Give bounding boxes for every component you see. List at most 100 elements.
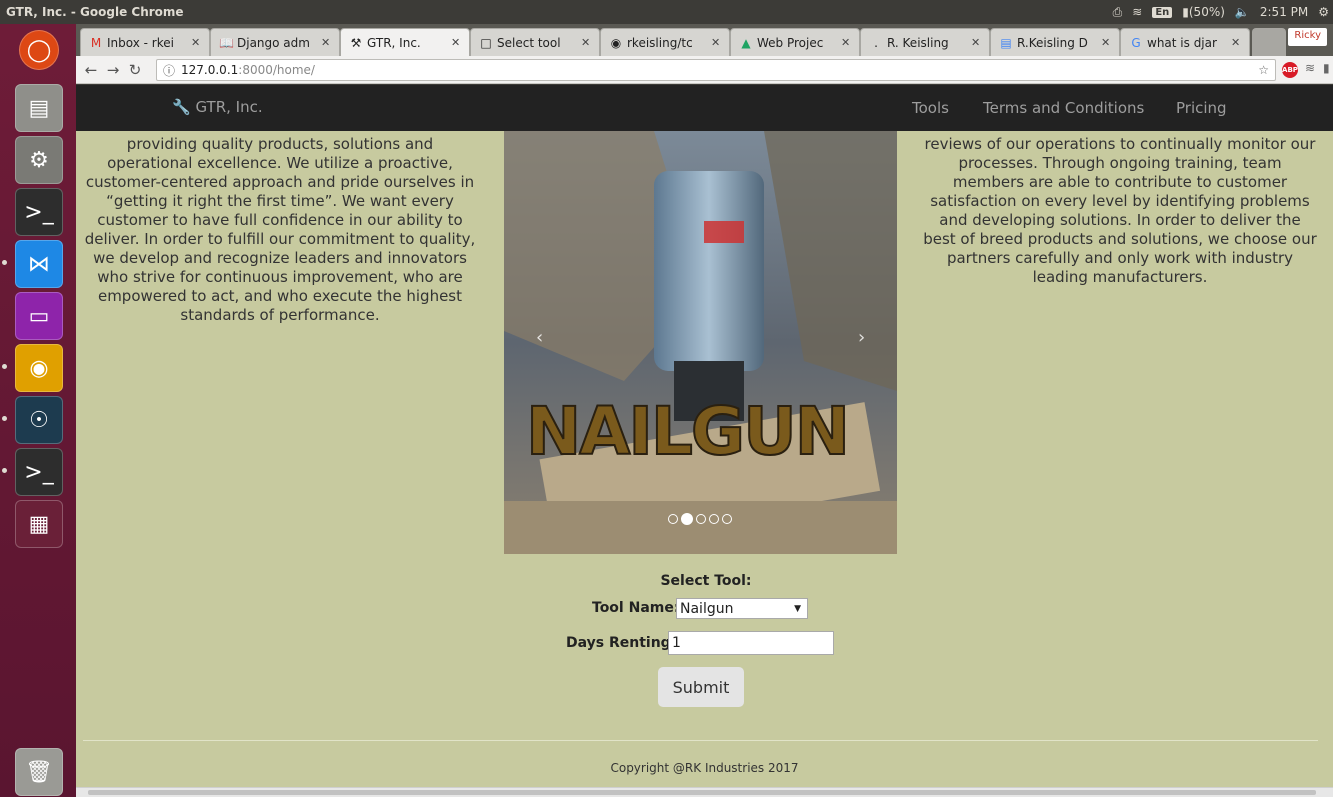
wifi-icon[interactable]: ≋ xyxy=(1132,5,1142,19)
info-icon[interactable]: ⓘ xyxy=(163,62,175,79)
browser-toolbar: ← → ↻ ⓘ 127.0.0.1:8000/home/ ☆ ABP ≋ ▮ xyxy=(76,56,1333,84)
url-path: :8000/home/ xyxy=(238,63,315,77)
form-title: Select Tool: xyxy=(660,573,752,589)
tab-github[interactable]: ◉ rkeisling/tc ✕ xyxy=(600,28,730,56)
profile-button[interactable]: Ricky xyxy=(1288,28,1327,46)
settings-tools-icon[interactable]: ⚙ xyxy=(15,136,63,184)
gmail-icon: M xyxy=(90,35,102,50)
carousel-indicator[interactable] xyxy=(709,514,719,524)
days-renting-label: Days Renting: xyxy=(566,635,677,651)
tool-name-value: Nailgun xyxy=(680,600,734,617)
drive-icon: ▲ xyxy=(741,35,751,50)
carousel-next-icon[interactable]: › xyxy=(858,327,865,348)
gitkraken-icon[interactable]: ☉ xyxy=(15,396,63,444)
forward-arrow-icon[interactable]: → xyxy=(102,61,124,79)
tab-google-search[interactable]: G what is djar ✕ xyxy=(1120,28,1250,56)
submit-button[interactable]: Submit xyxy=(658,667,744,707)
file-cabinet-icon[interactable]: ▤ xyxy=(15,84,63,132)
github-icon: ◉ xyxy=(610,35,622,50)
carousel-indicator[interactable] xyxy=(722,514,732,524)
page-icon: □ xyxy=(480,35,492,50)
settings-gear-icon[interactable]: ⚙ xyxy=(1318,5,1329,19)
nav-link-pricing[interactable]: Pricing xyxy=(1176,99,1227,117)
docs-icon: ▤ xyxy=(1000,35,1012,50)
footer-copyright: Copyright @RK Industries 2017 xyxy=(610,761,799,775)
tools-icon: ⚒ xyxy=(350,35,362,50)
url-host: 127.0.0.1 xyxy=(181,63,239,77)
running-indicator xyxy=(2,260,7,265)
nailgun-photo xyxy=(504,131,897,554)
terminal-icon[interactable]: >_ xyxy=(15,448,63,496)
tab-gtr-inc[interactable]: ⚒ GTR, Inc. ✕ xyxy=(340,28,470,56)
trash-icon[interactable]: 🗑 xyxy=(15,748,63,796)
adblock-icon[interactable]: ABP xyxy=(1282,62,1298,78)
unity-launcher: ◯ ▤ ⚙ >_ ⋈ ▭ ◉ ☉ >_ ▦ 🗑 xyxy=(0,24,76,797)
scrollbar-thumb[interactable] xyxy=(88,790,1316,795)
running-indicator xyxy=(2,364,7,369)
extension-icon[interactable]: ▮ xyxy=(1323,61,1330,75)
about-text-right: reviews of our operations to continually… xyxy=(923,135,1317,286)
tool-name-select[interactable]: Nailgun ▼ xyxy=(676,598,808,619)
carousel-indicator[interactable] xyxy=(696,514,706,524)
about-text-left: providing quality products, solutions an… xyxy=(84,135,476,324)
close-icon[interactable]: ✕ xyxy=(191,36,205,49)
terminal-icon[interactable]: >_ xyxy=(15,188,63,236)
tab-inbox[interactable]: M Inbox - rkei ✕ xyxy=(80,28,210,56)
tab-django-admin[interactable]: 📖 Django adm ✕ xyxy=(210,28,340,56)
close-icon[interactable]: ✕ xyxy=(841,36,855,49)
footer-divider xyxy=(83,740,1318,741)
address-bar[interactable]: ⓘ 127.0.0.1:8000/home/ ☆ xyxy=(156,59,1276,81)
horizontal-scrollbar[interactable] xyxy=(76,787,1333,797)
carousel-indicators xyxy=(668,513,732,525)
bookmark-star-icon[interactable]: ☆ xyxy=(1258,63,1269,77)
profile-name: Ricky xyxy=(1294,30,1321,41)
app-window-icon[interactable]: ▭ xyxy=(15,292,63,340)
back-arrow-icon[interactable]: ← xyxy=(80,61,102,79)
carousel-indicator-active[interactable] xyxy=(681,513,693,525)
clock[interactable]: 2:51 PM xyxy=(1260,5,1308,19)
chrome-icon[interactable]: ◉ xyxy=(15,344,63,392)
book-icon: 📖 xyxy=(219,35,234,50)
tab-select-tool[interactable]: □ Select tool ✕ xyxy=(470,28,600,56)
close-icon[interactable]: ✕ xyxy=(711,36,725,49)
dot-icon: . xyxy=(874,35,878,50)
reload-icon[interactable]: ↻ xyxy=(124,61,146,79)
carousel-indicator[interactable] xyxy=(668,514,678,524)
ubuntu-dash-icon[interactable]: ◯ xyxy=(19,30,59,70)
tab-r-keisling[interactable]: . R. Keisling ✕ xyxy=(860,28,990,56)
close-icon[interactable]: ✕ xyxy=(971,36,985,49)
window-title: GTR, Inc. - Google Chrome xyxy=(6,5,184,19)
browser-tab-strip: M Inbox - rkei ✕ 📖 Django adm ✕ ⚒ GTR, I… xyxy=(76,24,1333,56)
nav-link-terms[interactable]: Terms and Conditions xyxy=(983,99,1144,117)
tab-r-keisling-docs[interactable]: ▤ R.Keisling D ✕ xyxy=(990,28,1120,56)
workspace-switcher-icon[interactable]: ▦ xyxy=(15,500,63,548)
nav-link-tools[interactable]: Tools xyxy=(912,99,949,117)
new-tab-button[interactable] xyxy=(1252,28,1286,56)
running-indicator xyxy=(2,468,7,473)
vscode-icon[interactable]: ⋈ xyxy=(15,240,63,288)
system-tray: ⎙ ≋ En ▮(50%) 🔈 2:51 PM ⚙ xyxy=(1113,0,1329,24)
carousel-caption: NAILGUN xyxy=(525,392,851,471)
site-navbar: 🔧 GTR, Inc. Tools Terms and Conditions P… xyxy=(76,85,1333,131)
close-icon[interactable]: ✕ xyxy=(581,36,595,49)
google-icon: G xyxy=(1131,35,1141,50)
tool-carousel[interactable]: NAILGUN ‹ › xyxy=(504,131,897,554)
days-renting-input[interactable]: 1 xyxy=(668,631,834,655)
keyboard-layout[interactable]: En xyxy=(1152,6,1173,18)
cast-icon[interactable]: ≋ xyxy=(1305,61,1315,75)
close-icon[interactable]: ✕ xyxy=(451,36,465,49)
close-icon[interactable]: ✕ xyxy=(1101,36,1115,49)
web-page: 🔧 GTR, Inc. Tools Terms and Conditions P… xyxy=(76,85,1333,797)
volume-icon[interactable]: 🔈 xyxy=(1235,5,1250,19)
site-brand[interactable]: 🔧 GTR, Inc. xyxy=(172,98,263,116)
tool-name-label: Tool Name: xyxy=(592,600,680,616)
carousel-prev-icon[interactable]: ‹ xyxy=(536,327,543,348)
os-top-panel: GTR, Inc. - Google Chrome ⎙ ≋ En ▮(50%) … xyxy=(0,0,1333,24)
battery-indicator[interactable]: ▮(50%) xyxy=(1182,5,1225,19)
printer-icon[interactable]: ⎙ xyxy=(1113,5,1123,20)
close-icon[interactable]: ✕ xyxy=(1231,36,1245,49)
close-icon[interactable]: ✕ xyxy=(321,36,335,49)
running-indicator xyxy=(2,416,7,421)
tab-web-project[interactable]: ▲ Web Projec ✕ xyxy=(730,28,860,56)
dropdown-caret-icon: ▼ xyxy=(794,603,801,614)
